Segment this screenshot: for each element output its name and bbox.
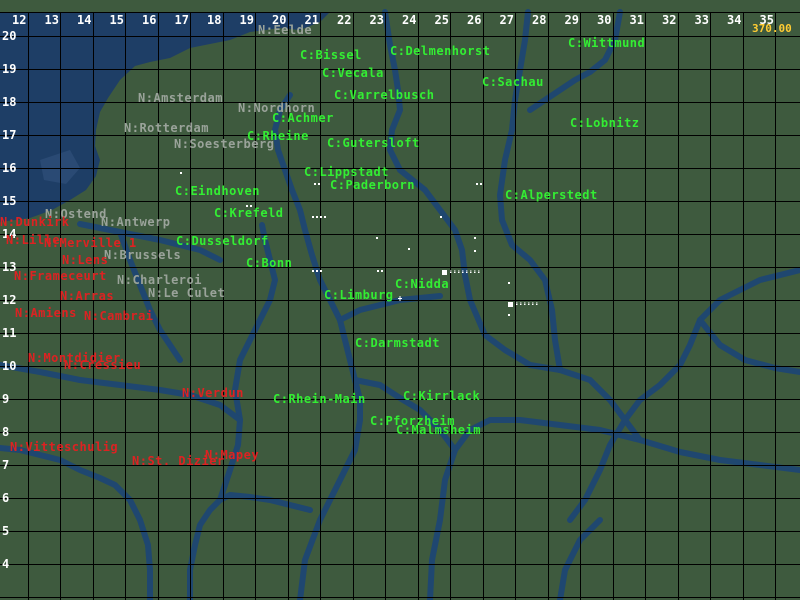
map-screen[interactable]: 12 13 14 15 16 17 18 19 20 21 22 23 24 25 26 27 28 29 30 31… — [0, 0, 800, 600]
marker-dots — [180, 172, 539, 316]
